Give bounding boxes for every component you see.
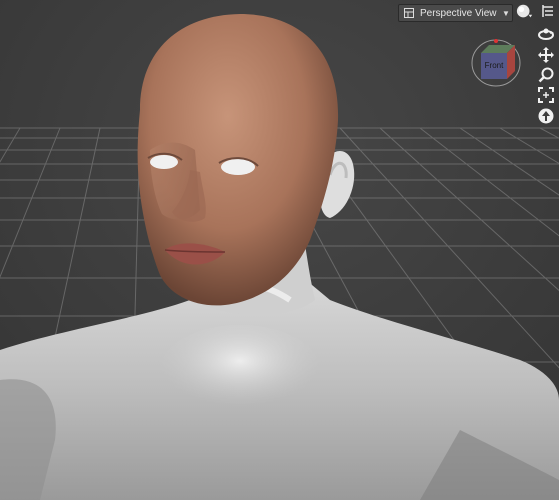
frame-icon[interactable]	[537, 86, 555, 104]
pan-icon[interactable]	[537, 46, 555, 64]
figure-left-eye	[150, 155, 178, 169]
camera-selector[interactable]: Perspective View ▼	[398, 4, 513, 22]
reset-view-icon[interactable]	[537, 107, 555, 125]
nav-cube-face-label: Front	[485, 61, 504, 70]
3d-viewport[interactable]: Perspective View ▼ Front	[0, 0, 559, 500]
navigation-cube[interactable]: Front	[470, 36, 522, 88]
viewport-layout-icon	[402, 6, 416, 20]
zoom-icon[interactable]	[537, 66, 555, 84]
chevron-down-icon: ▼	[502, 8, 510, 18]
viewport-menu-icon[interactable]	[539, 3, 557, 21]
orbit-icon[interactable]	[537, 25, 555, 43]
camera-selector-label: Perspective View	[420, 7, 497, 19]
render-preview-icon[interactable]	[516, 3, 534, 21]
